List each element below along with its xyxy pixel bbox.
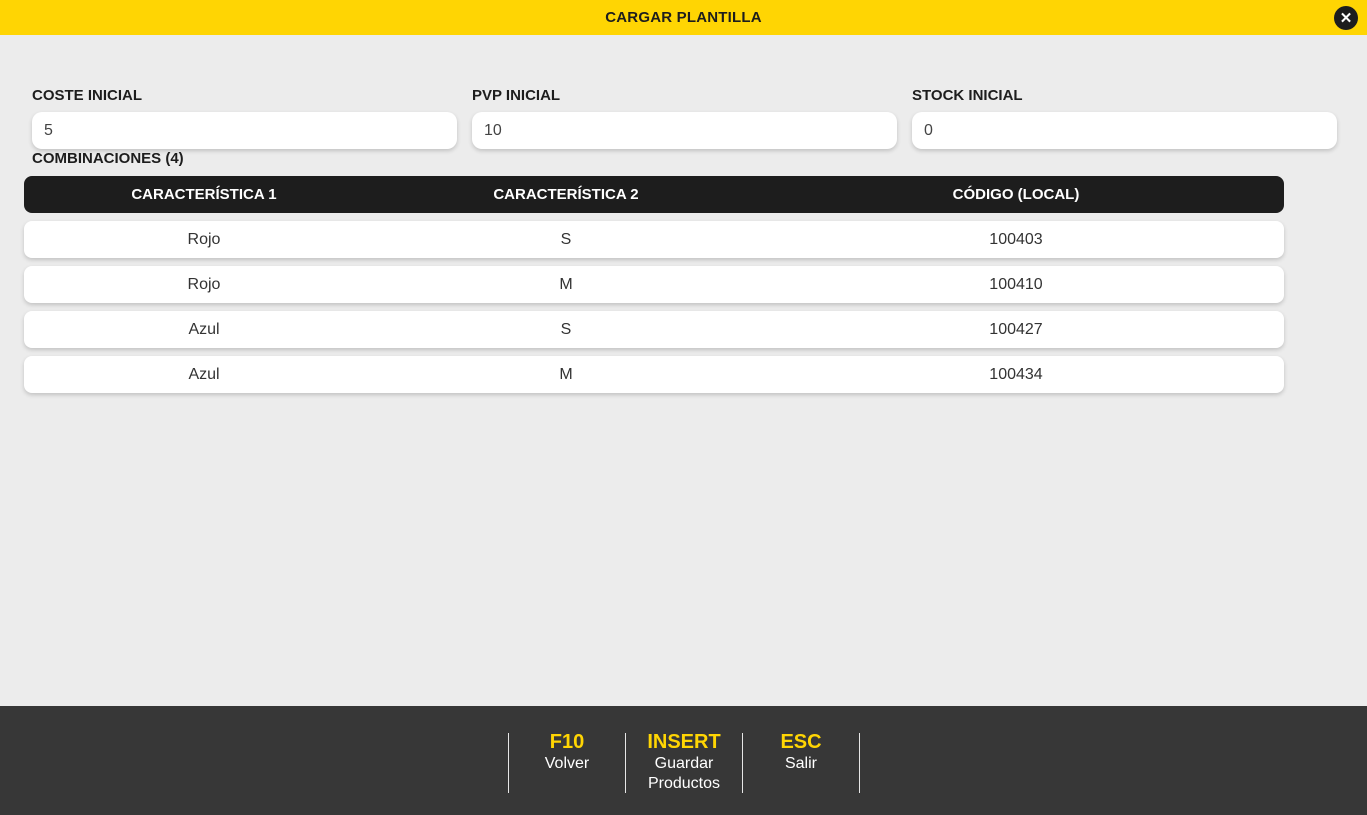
- insert-guardar-productos-button[interactable]: INSERT Guardar Productos: [626, 731, 742, 794]
- coste-inicial-input[interactable]: [32, 112, 457, 149]
- title-bar: CARGAR PLANTILLA ✕: [0, 0, 1367, 35]
- shortcut-key: F10: [549, 731, 585, 753]
- close-icon[interactable]: ✕: [1334, 6, 1358, 30]
- column-header-caracteristica-2: CARACTERÍSTICA 2: [493, 186, 639, 203]
- cell-codigo: 100434: [989, 365, 1043, 383]
- shortcut-action: Guardar Productos: [647, 755, 721, 792]
- shortcut-key: INSERT: [647, 731, 721, 753]
- combinations-label: COMBINACIONES (4): [32, 150, 184, 167]
- shortcut-key: ESC: [780, 731, 822, 753]
- cell-codigo: 100410: [989, 275, 1043, 293]
- table-row[interactable]: Rojo M 100410: [24, 266, 1284, 303]
- cell-caracteristica-1: Rojo: [187, 275, 221, 293]
- table-header: CARACTERÍSTICA 1 CARACTERÍSTICA 2 CÓDIGO…: [24, 176, 1284, 213]
- table-row[interactable]: Rojo S 100403: [24, 221, 1284, 258]
- cell-codigo: 100403: [989, 230, 1043, 248]
- cell-caracteristica-1: Azul: [188, 365, 220, 383]
- column-header-caracteristica-1: CARACTERÍSTICA 1: [131, 186, 277, 203]
- stock-inicial-label: STOCK INICIAL: [912, 87, 1023, 104]
- pvp-inicial-input[interactable]: [472, 112, 897, 149]
- f10-volver-button[interactable]: F10 Volver: [509, 731, 625, 774]
- shortcut-footer: F10 Volver INSERT Guardar Productos ESC …: [0, 706, 1367, 815]
- cell-caracteristica-2: M: [559, 365, 573, 383]
- cell-caracteristica-1: Azul: [188, 320, 220, 338]
- cell-caracteristica-2: M: [559, 275, 573, 293]
- shortcut-action: Salir: [784, 755, 817, 772]
- table-row[interactable]: Azul M 100434: [24, 356, 1284, 393]
- cell-caracteristica-1: Rojo: [187, 230, 221, 248]
- table-row[interactable]: Azul S 100427: [24, 311, 1284, 348]
- cell-caracteristica-2: S: [560, 320, 572, 338]
- coste-inicial-label: COSTE INICIAL: [32, 87, 143, 104]
- column-header-codigo: CÓDIGO (LOCAL): [952, 186, 1080, 203]
- dialog-title: CARGAR PLANTILLA: [605, 9, 762, 26]
- pvp-inicial-label: PVP INICIAL: [472, 87, 561, 104]
- shortcut-action: Volver: [544, 755, 590, 772]
- divider: [859, 733, 860, 793]
- stock-inicial-input[interactable]: [912, 112, 1337, 149]
- cell-codigo: 100427: [989, 320, 1043, 338]
- cell-caracteristica-2: S: [560, 230, 572, 248]
- esc-salir-button[interactable]: ESC Salir: [743, 731, 859, 774]
